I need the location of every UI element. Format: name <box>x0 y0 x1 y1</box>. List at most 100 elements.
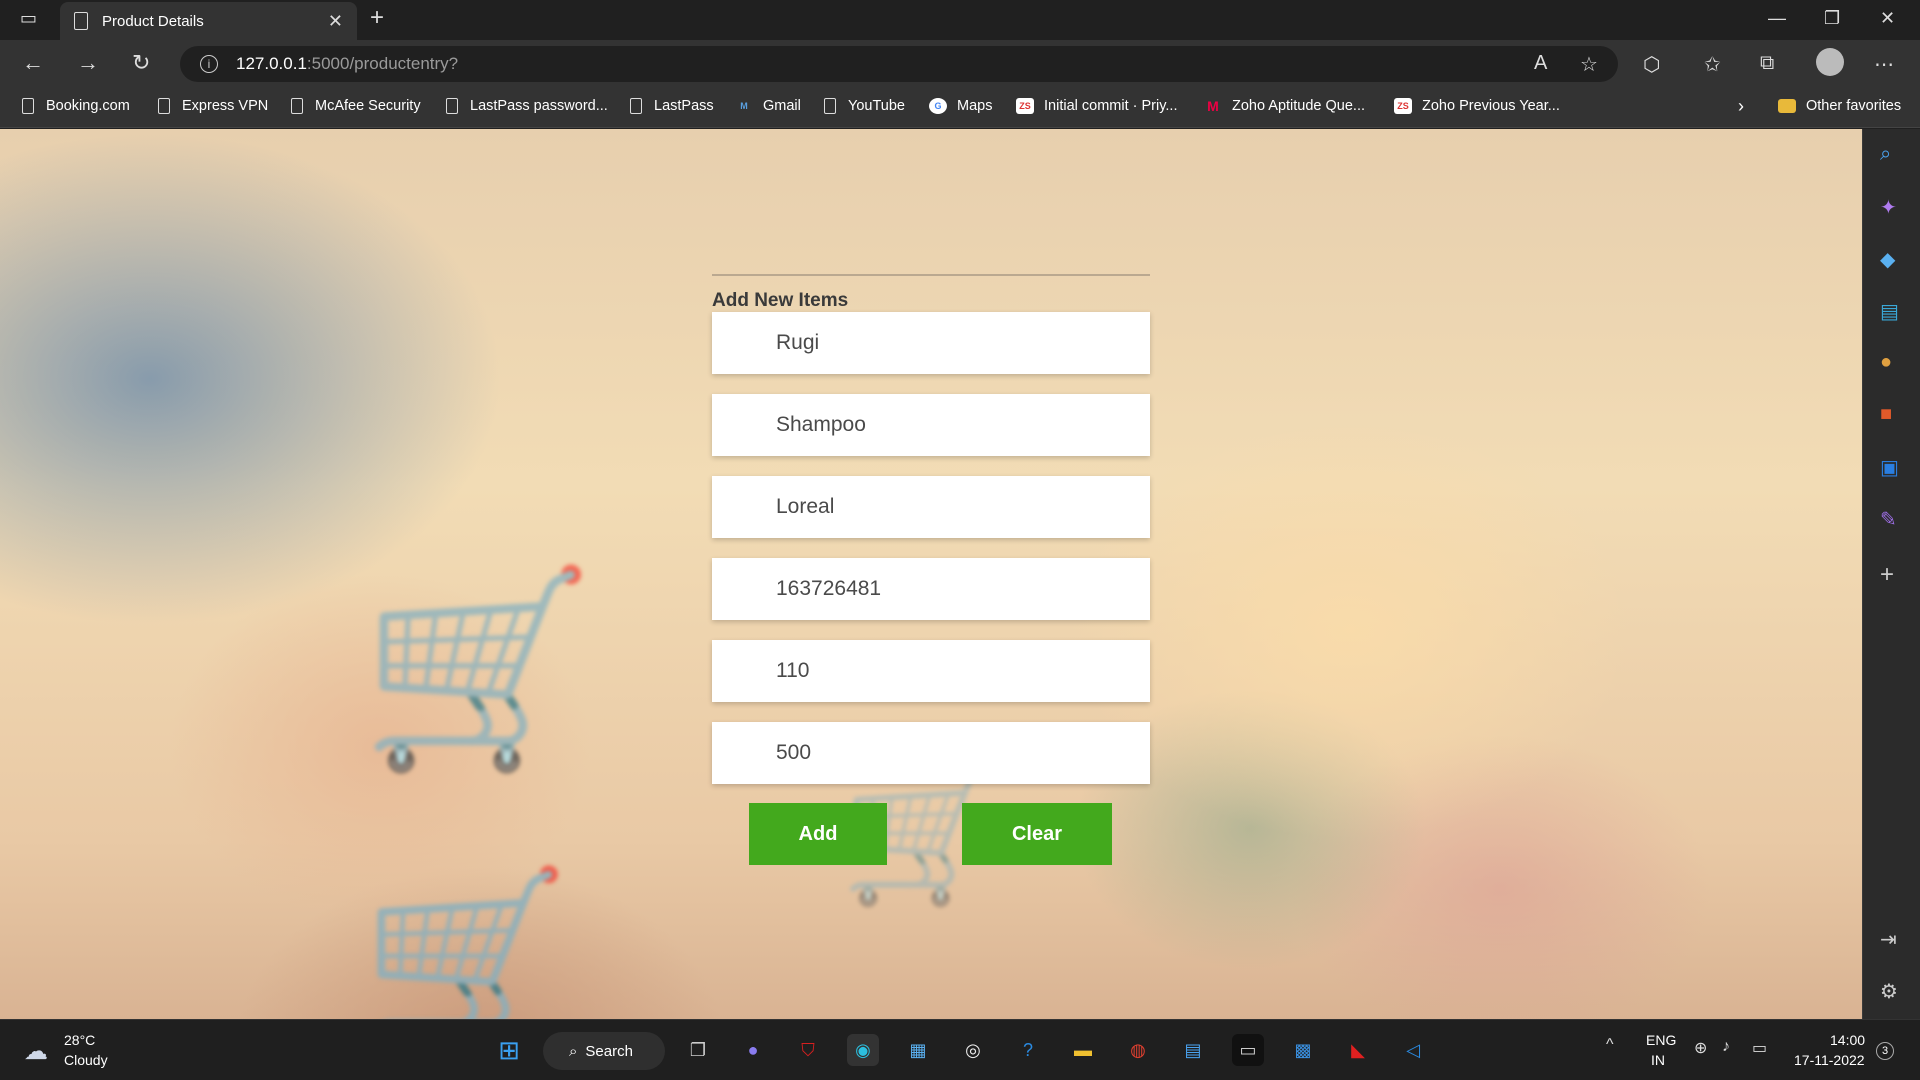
favorite-label: Booking.com <box>46 98 130 114</box>
add-button[interactable]: Add <box>749 803 887 865</box>
item-brand-input[interactable]: Loreal <box>712 476 1150 538</box>
item-category-input[interactable]: Shampoo <box>712 394 1150 456</box>
browser-title-bar: ▭ Product Details ✕ + — ❐ ✕ <box>0 0 1920 40</box>
drop-icon[interactable]: ✎ <box>1880 507 1897 532</box>
tab-product-details[interactable]: Product Details ✕ <box>60 2 357 40</box>
favorite-item[interactable]: M Zoho Aptitude Que... <box>1204 98 1365 114</box>
search-icon[interactable]: ⌕ <box>1880 143 1891 166</box>
chevron-up-icon[interactable]: ^ <box>1606 1036 1614 1054</box>
weather-temp[interactable]: 28°C <box>64 1032 95 1048</box>
extensions-icon[interactable]: ⬡ <box>1643 52 1660 77</box>
form-actions: Add Clear <box>712 803 1150 865</box>
favorite-item[interactable]: McAfee Security <box>291 98 421 114</box>
weather-desc[interactable]: Cloudy <box>64 1052 108 1068</box>
address-bar[interactable]: i 127.0.0.1:5000/productentry? <box>180 46 1618 82</box>
github-icon[interactable]: ◎ <box>957 1034 989 1066</box>
favorite-label: Other favorites <box>1806 98 1902 114</box>
page-icon <box>158 98 170 114</box>
page-content: 🛒 🛒 🛒 Add New Items Rugi Shampoo Loreal … <box>0 129 1862 1019</box>
copilot-icon[interactable]: ✦ <box>1880 195 1897 220</box>
file-explorer-icon[interactable]: ▬ <box>1067 1034 1099 1066</box>
minimize-icon[interactable]: — <box>1768 8 1786 29</box>
mcafee-icon[interactable]: ⛉ <box>792 1034 824 1066</box>
chevron-right-icon[interactable]: › <box>1738 96 1744 117</box>
edge-icon[interactable]: ◉ <box>847 1034 879 1066</box>
tools-icon[interactable]: ▤ <box>1880 299 1899 324</box>
favorite-item[interactable]: YouTube <box>824 98 905 114</box>
notepad-icon[interactable]: ▤ <box>1177 1034 1209 1066</box>
favorite-item[interactable]: LastPass <box>630 98 714 114</box>
forward-icon[interactable]: → <box>77 50 99 76</box>
acrobat-icon[interactable]: ◣ <box>1342 1034 1374 1066</box>
clear-button[interactable]: Clear <box>962 803 1112 865</box>
network-icon[interactable]: ⊕ <box>1694 1038 1707 1058</box>
page-icon <box>291 98 303 114</box>
zoho-icon: ZS <box>1394 98 1412 114</box>
back-icon[interactable]: ← <box>22 50 44 76</box>
task-view-icon[interactable]: ❐ <box>682 1034 714 1066</box>
favorite-item[interactable]: ZS Zoho Previous Year... <box>1394 98 1560 114</box>
gear-icon[interactable]: ⚙ <box>1880 979 1898 1004</box>
page-icon <box>824 98 836 114</box>
favorite-item[interactable]: M Gmail <box>735 98 801 114</box>
site-info-icon[interactable]: i <box>200 55 218 73</box>
region-indicator[interactable]: IN <box>1651 1052 1665 1068</box>
vscode-icon[interactable]: ◁ <box>1397 1034 1429 1066</box>
taskbar: ☁ 28°C Cloudy ⊞ ⌕ Search ❐ ● ⛉ ◉ ▦ ◎ ? ▬… <box>0 1019 1920 1080</box>
read-aloud-icon[interactable]: A <box>1534 52 1547 75</box>
store-icon[interactable]: ▦ <box>902 1034 934 1066</box>
window-close-icon[interactable]: ✕ <box>1880 8 1895 29</box>
collections-icon[interactable]: ⧉ <box>1760 52 1774 75</box>
favorites-icon[interactable]: ✩ <box>1704 52 1721 77</box>
favorite-item[interactable]: ZS Initial commit · Priy... <box>1016 98 1177 114</box>
docker-icon[interactable]: ▩ <box>1287 1034 1319 1066</box>
refresh-icon[interactable]: ↻ <box>132 50 150 76</box>
edge-sidebar: ⌕ ✦ ◆ ▤ ● ■ ▣ ✎ + ⇥ ⚙ <box>1862 129 1920 1019</box>
item-quantity-input[interactable]: 500 <box>712 722 1150 784</box>
shopping-cart-icon: 🛒 <box>360 563 597 775</box>
chat-icon[interactable]: ● <box>737 1034 769 1066</box>
clock-date[interactable]: 17-11-2022 <box>1794 1052 1865 1068</box>
favorite-label: LastPass password... <box>470 98 608 114</box>
favorite-item[interactable]: Booking.com <box>22 98 130 114</box>
terminal-icon[interactable]: ▭ <box>1232 1034 1264 1066</box>
gmail-icon: M <box>740 101 748 111</box>
favorite-item[interactable]: G Maps <box>929 98 992 114</box>
page-icon <box>446 98 458 114</box>
games-icon[interactable]: ● <box>1880 351 1892 374</box>
restore-icon[interactable]: ❐ <box>1824 8 1840 29</box>
taskbar-search[interactable]: ⌕ Search <box>543 1032 665 1070</box>
page-icon <box>630 98 642 114</box>
language-indicator[interactable]: ENG <box>1646 1032 1676 1048</box>
favorite-label: McAfee Security <box>315 98 421 114</box>
more-menu-icon[interactable]: ⋯ <box>1874 52 1894 77</box>
windows-start-icon[interactable]: ⊞ <box>493 1034 525 1066</box>
new-tab-icon[interactable]: + <box>370 4 384 32</box>
other-favorites-folder[interactable]: Other favorites <box>1778 98 1901 114</box>
item-code-input[interactable]: 163726481 <box>712 558 1150 620</box>
add-icon[interactable]: + <box>1880 561 1894 589</box>
favorite-item[interactable]: LastPass password... <box>446 98 608 114</box>
outlook-icon[interactable]: ▣ <box>1880 455 1899 480</box>
favorites-bar: Booking.com Express VPN McAfee Security … <box>0 88 1920 128</box>
hide-sidebar-icon[interactable]: ⇥ <box>1880 927 1897 952</box>
item-name-input[interactable]: Rugi <box>712 312 1150 374</box>
close-icon[interactable]: ✕ <box>328 11 343 32</box>
tab-actions-icon[interactable]: ▭ <box>20 8 37 29</box>
chrome-icon[interactable]: ◍ <box>1122 1034 1154 1066</box>
volume-icon[interactable]: ♪ <box>1722 1038 1730 1056</box>
favorite-label: Initial commit · Priy... <box>1044 98 1178 114</box>
clock-time[interactable]: 14:00 <box>1830 1032 1865 1048</box>
help-icon[interactable]: ? <box>1012 1034 1044 1066</box>
office-icon[interactable]: ■ <box>1880 403 1892 426</box>
add-favorite-icon[interactable]: ☆ <box>1580 52 1598 77</box>
favorite-label: LastPass <box>654 98 714 114</box>
battery-icon[interactable]: ▭ <box>1752 1038 1767 1058</box>
item-price-input[interactable]: 110 <box>712 640 1150 702</box>
favorite-label: Zoho Aptitude Que... <box>1232 98 1366 114</box>
favorite-item[interactable]: Express VPN <box>158 98 268 114</box>
shopping-tag-icon[interactable]: ◆ <box>1880 247 1895 272</box>
page-icon <box>74 12 88 30</box>
profile-avatar-icon[interactable] <box>1816 48 1844 76</box>
notification-badge[interactable]: 3 <box>1876 1042 1894 1060</box>
